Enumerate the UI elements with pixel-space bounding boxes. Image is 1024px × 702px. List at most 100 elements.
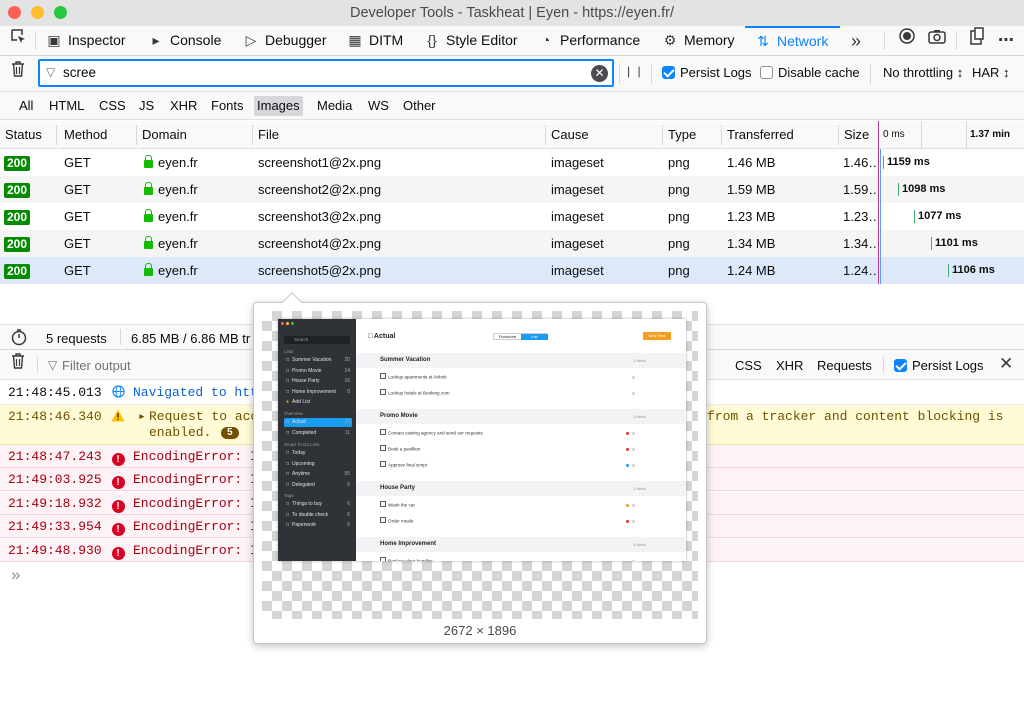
column-transferred[interactable]: Transferred <box>727 121 794 149</box>
timer-icon <box>10 328 28 349</box>
column-status[interactable]: Status <box>5 121 42 149</box>
request-row[interactable]: 200 GET eyen.fr screenshot1@2x.png imageset p… <box>0 149 1024 176</box>
clear-filter-icon[interactable]: ✕ <box>591 65 608 82</box>
column-size[interactable]: Size <box>844 121 869 149</box>
throttling-select[interactable]: No throttling ↕ <box>883 65 963 80</box>
message-text: EncodingError: In <box>133 519 266 535</box>
message-text: EncodingError: In <box>133 495 266 511</box>
record-icon[interactable] <box>896 26 918 56</box>
tab-ditm[interactable]: ▦ DITM <box>347 26 403 56</box>
column-domain[interactable]: Domain <box>142 121 187 149</box>
tab-style-editor[interactable]: {} Style Editor <box>424 26 517 56</box>
lock-icon <box>144 209 153 222</box>
preview-sidebar-item: □ Home Improvement 8 <box>286 388 350 395</box>
inspector-icon: ▣ <box>47 32 61 48</box>
type-media-button[interactable]: Media <box>314 96 355 116</box>
type-cell: png <box>668 155 690 170</box>
style-editor-icon: {} <box>427 32 437 48</box>
console-xhr-button[interactable]: XHR <box>776 358 803 373</box>
type-images-button[interactable]: Images <box>254 96 303 116</box>
waterfall-time: 1106 ms <box>952 264 995 276</box>
file-cell[interactable]: screenshot5@2x.png <box>258 257 381 284</box>
message-text[interactable]: Navigated to http <box>133 381 266 405</box>
request-row[interactable]: 200 GET eyen.fr screenshot4@2x.png imageset p… <box>0 230 1024 257</box>
close-window-button[interactable] <box>8 6 21 19</box>
more-options-icon[interactable]: ⋯ <box>995 26 1017 56</box>
clear-requests-icon[interactable] <box>8 58 28 88</box>
zoom-window-button[interactable] <box>54 6 67 19</box>
pause-icon[interactable]: | | <box>627 64 643 78</box>
file-cell[interactable]: screenshot2@2x.png <box>258 176 381 203</box>
file-cell[interactable]: screenshot3@2x.png <box>258 203 381 230</box>
tab-performance[interactable]: ◔ Performance <box>538 26 640 56</box>
image-dimensions: 2672 × 1896 <box>443 623 517 638</box>
console-persist-logs-checkbox[interactable]: Persist Logs <box>894 358 984 373</box>
type-all-button[interactable]: All <box>16 96 36 116</box>
message-timestamp: 21:49:03.925 <box>8 472 102 488</box>
type-cell: png <box>668 263 690 278</box>
method-cell: GET <box>64 209 91 224</box>
close-console-icon[interactable]: ✕ <box>999 354 1013 374</box>
tab-network[interactable]: ⇅ Network <box>745 26 840 56</box>
console-filter-input[interactable] <box>62 356 242 374</box>
preview-task: Book a pavillion <box>380 445 420 454</box>
request-row[interactable]: 200 GET eyen.fr screenshot3@2x.png imageset p… <box>0 203 1024 230</box>
console-requests-button[interactable]: Requests <box>817 358 872 373</box>
tab-inspector[interactable]: ▣ Inspector <box>46 26 125 56</box>
chevron-double-right-icon[interactable]: » <box>845 26 867 56</box>
debugger-icon: ▷ <box>245 32 257 48</box>
network-filter-bar: ▽ scree ✕ | | Persist Logs Disable cache… <box>0 56 1024 92</box>
column-method[interactable]: Method <box>64 121 107 149</box>
message-timestamp: 21:49:33.954 <box>8 519 102 535</box>
status-badge: 200 <box>4 237 31 252</box>
type-cell: png <box>668 182 690 197</box>
type-ws-button[interactable]: WS <box>365 96 392 116</box>
dock-icon[interactable] <box>966 26 988 56</box>
console-css-button[interactable]: CSS <box>735 358 762 373</box>
domain-cell: eyen.fr <box>144 230 198 257</box>
tab-memory[interactable]: ⚙ Memory <box>662 26 735 56</box>
request-row[interactable]: 200 GET eyen.fr screenshot2@2x.png imageset p… <box>0 176 1024 203</box>
expand-arrow-icon[interactable]: ▸ <box>138 409 146 425</box>
file-cell[interactable]: screenshot4@2x.png <box>258 230 381 257</box>
tab-console[interactable]: ▸ Console <box>148 26 221 56</box>
minimize-window-button[interactable] <box>31 6 44 19</box>
type-other-button[interactable]: Other <box>400 96 439 116</box>
transferred-cell: 1.23 MB <box>727 209 776 224</box>
network-icon: ⇅ <box>757 33 769 49</box>
request-row[interactable]: 200 GET eyen.fr screenshot5@2x.png imageset p… <box>0 257 1024 284</box>
screenshot-icon[interactable] <box>926 26 948 56</box>
type-xhr-button[interactable]: XHR <box>167 96 200 116</box>
preview-add-list: ● Add List <box>286 399 311 405</box>
tab-debugger[interactable]: ▷ Debugger <box>243 26 327 56</box>
clear-console-icon[interactable] <box>8 350 28 380</box>
preview-section-header: Promo Movie 3 tasks <box>356 409 686 424</box>
element-picker-icon[interactable] <box>6 26 30 56</box>
url-filter-input[interactable]: ▽ scree ✕ <box>38 59 614 87</box>
type-js-button[interactable]: JS <box>136 96 157 116</box>
preview-sidebar: Search Lists □ Summer Vacation 20 □ Promo Mov… <box>278 319 356 561</box>
column-file[interactable]: File <box>258 121 279 149</box>
persist-logs-checkbox[interactable]: Persist Logs <box>662 65 752 80</box>
type-fonts-button[interactable]: Fonts <box>208 96 247 116</box>
domain-cell: eyen.fr <box>144 149 198 176</box>
type-css-button[interactable]: CSS <box>96 96 129 116</box>
lock-icon <box>144 263 153 276</box>
column-type[interactable]: Type <box>668 121 696 149</box>
preview-task: Lookup hotels at Booking.com <box>380 389 450 398</box>
devtools-toolbar: ▣ Inspector ▸ Console ▷ Debugger ▦ DITM {} St… <box>0 26 1024 56</box>
har-menu[interactable]: HAR ↕ <box>972 65 1010 80</box>
image-preview-tooltip: Search Lists □ Summer Vacation 20 □ Promo Mov… <box>253 292 707 644</box>
cause-cell: imageset <box>551 236 604 251</box>
column-cause[interactable]: Cause <box>551 121 589 149</box>
size-cell: 1.24… <box>843 263 877 278</box>
type-html-button[interactable]: HTML <box>46 96 87 116</box>
preview-title: □ Actual <box>368 333 396 340</box>
file-cell[interactable]: screenshot1@2x.png <box>258 149 381 176</box>
size-cell: 1.34… <box>843 236 877 251</box>
console-prompt-icon[interactable]: » <box>11 565 20 585</box>
preview-task: Lookup apartments at Airbnb <box>380 373 447 382</box>
disable-cache-checkbox[interactable]: Disable cache <box>760 65 860 80</box>
preview-task: Approve final script <box>380 461 427 470</box>
cause-cell: imageset <box>551 209 604 224</box>
